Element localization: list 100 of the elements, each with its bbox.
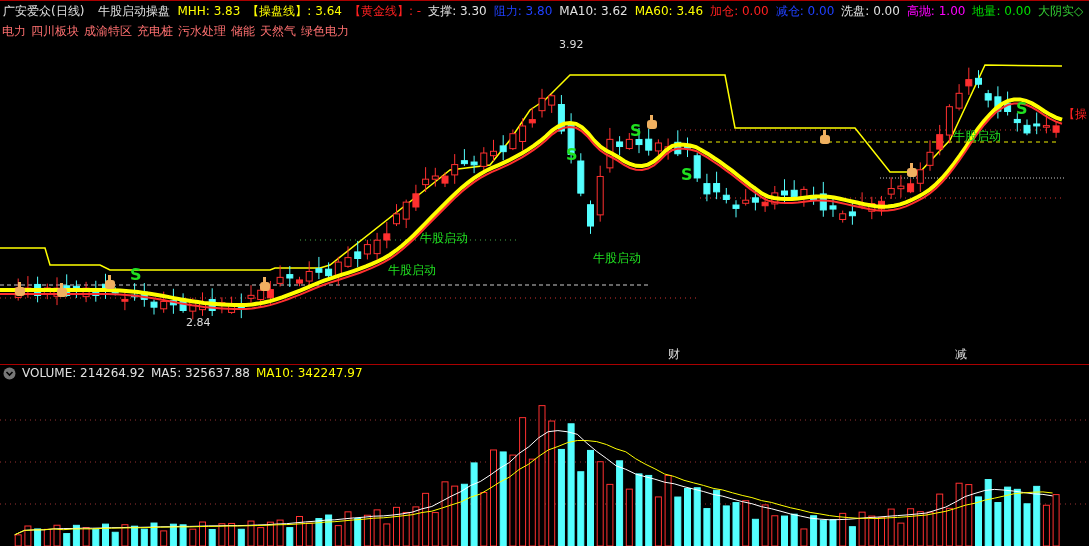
candlestick bbox=[771, 185, 779, 210]
candlestick bbox=[878, 195, 885, 217]
candlestick bbox=[781, 178, 788, 204]
candlestick bbox=[490, 139, 497, 162]
s-marker: S bbox=[681, 166, 693, 184]
candlestick bbox=[577, 152, 585, 197]
candlestick bbox=[402, 199, 410, 229]
candlestick bbox=[383, 221, 391, 249]
candlestick bbox=[199, 291, 206, 317]
candlestick bbox=[150, 299, 158, 316]
candlestick bbox=[286, 265, 294, 288]
candlestick bbox=[1052, 121, 1060, 139]
pointing-hand-icon bbox=[647, 115, 657, 129]
indicator-value: MA10: 3.62 bbox=[559, 4, 628, 18]
candlestick bbox=[373, 232, 381, 261]
indicator-value: 地量: 0.00 bbox=[972, 2, 1031, 20]
candlestick bbox=[393, 203, 400, 227]
sector-tag[interactable]: 污水处理 bbox=[178, 23, 226, 40]
indicator-value: 加仓: 0.00 bbox=[710, 2, 769, 20]
volume-value: MA10: 342247.97 bbox=[255, 366, 363, 380]
candlestick bbox=[179, 292, 187, 314]
candlestick bbox=[955, 83, 963, 111]
sector-tag[interactable]: 充电桩 bbox=[137, 23, 173, 40]
candlestick bbox=[994, 85, 1002, 119]
candlestick bbox=[1023, 118, 1031, 136]
candlestick bbox=[732, 199, 740, 218]
candlestick bbox=[606, 127, 614, 174]
indicator-value: 【操盘线】: 3.64 bbox=[247, 2, 342, 20]
candlestick bbox=[121, 290, 129, 311]
indicator-value: 阻力: 3.80 bbox=[493, 2, 553, 20]
indicator-value: 支撑: 3.30 bbox=[428, 2, 487, 20]
candlestick bbox=[344, 245, 352, 269]
volume-value: VOLUME: 214264.92 bbox=[22, 366, 145, 380]
price-marker: 2.84 bbox=[186, 317, 211, 330]
candlestick bbox=[684, 137, 691, 158]
candlestick bbox=[887, 176, 895, 200]
sector-tag[interactable]: 绿色电力 bbox=[301, 23, 349, 40]
pointing-hand-icon bbox=[105, 275, 115, 289]
candlestick bbox=[538, 88, 546, 118]
price-marker: 3.92 bbox=[559, 39, 584, 52]
signal-label: 牛股启动 bbox=[420, 232, 468, 246]
candlestick bbox=[587, 199, 594, 235]
sector-tag[interactable]: 电力 bbox=[2, 23, 26, 40]
candlestick bbox=[218, 296, 226, 314]
candlestick bbox=[92, 280, 100, 303]
sector-tag[interactable]: 成渝特区 bbox=[84, 23, 132, 40]
sector-tag[interactable]: 四川板块 bbox=[31, 23, 79, 40]
s-marker: S bbox=[630, 122, 642, 140]
signal-label: 牛股启动 bbox=[388, 264, 436, 278]
signal-label: 牛股启动 bbox=[593, 252, 641, 266]
candlestick bbox=[674, 129, 682, 157]
candlestick bbox=[441, 171, 449, 188]
candlestick bbox=[829, 196, 837, 218]
signal-label: 牛股启动 bbox=[953, 130, 1001, 144]
sector-tag[interactable]: 天然气 bbox=[260, 23, 296, 40]
indicator-value: MA60: 3.46 bbox=[634, 4, 704, 18]
candlestick bbox=[975, 69, 982, 89]
candlestick bbox=[703, 173, 711, 202]
stock-title: 广安爱众(日线) bbox=[3, 2, 85, 20]
candlestick bbox=[965, 67, 973, 96]
pointing-hand-icon bbox=[15, 282, 25, 296]
event-marker: 财 bbox=[668, 348, 680, 362]
candlestick bbox=[868, 196, 876, 220]
indicator-value: 减仓: 0.00 bbox=[775, 2, 835, 20]
indicator-value: 【黄金线】: - bbox=[348, 2, 422, 20]
candlestick bbox=[761, 196, 769, 213]
s-marker: S bbox=[130, 266, 142, 284]
indicator-value: 洗盘: 0.00 bbox=[841, 2, 900, 20]
s-marker: S bbox=[1016, 100, 1028, 118]
pointing-hand-icon bbox=[260, 277, 270, 291]
indicator-value: MHH: 3.83 bbox=[177, 4, 241, 18]
candlestick bbox=[189, 297, 197, 320]
candlestick bbox=[276, 264, 284, 287]
volume-value: MA5: 325637.88 bbox=[151, 366, 250, 380]
candlestick bbox=[800, 185, 808, 208]
candlestick bbox=[296, 276, 303, 287]
pointing-hand-icon bbox=[907, 163, 917, 177]
line-label: 【操 bbox=[1063, 108, 1087, 122]
candlestick bbox=[499, 134, 507, 161]
candlestick bbox=[412, 184, 420, 212]
pointing-hand-icon bbox=[57, 283, 67, 297]
candlestick bbox=[247, 284, 255, 304]
pointing-hand-icon bbox=[820, 130, 830, 144]
candlestick bbox=[664, 137, 672, 161]
candlestick bbox=[315, 256, 323, 280]
candlestick bbox=[897, 174, 905, 198]
event-marker: 减 bbox=[955, 348, 967, 362]
candlestick bbox=[596, 165, 604, 223]
mode-label[interactable]: 大阴实◇ bbox=[1038, 2, 1084, 20]
candlestick bbox=[790, 179, 798, 199]
candlestick bbox=[470, 155, 478, 174]
dropdown-icon[interactable] bbox=[3, 366, 16, 380]
candlestick bbox=[82, 281, 90, 303]
candlestick bbox=[926, 139, 934, 172]
indicator-name: 牛股启动操盘 bbox=[98, 2, 171, 20]
sector-tag[interactable]: 储能 bbox=[231, 23, 255, 40]
candlestick bbox=[693, 152, 701, 183]
candlestick bbox=[858, 191, 866, 210]
candlestick bbox=[984, 89, 992, 108]
candlestick bbox=[208, 287, 216, 317]
